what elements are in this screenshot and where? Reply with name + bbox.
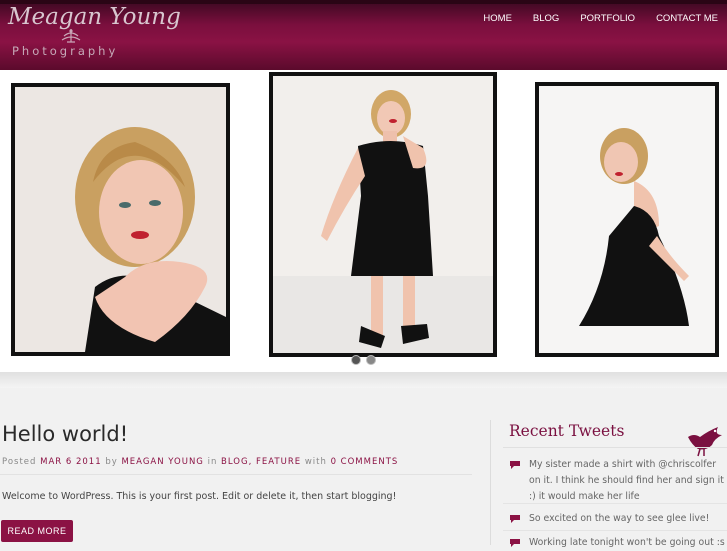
tweet-text: Working late tonight won't be going out … (529, 537, 725, 548)
nav-blog[interactable]: BLOG (533, 13, 559, 24)
meta-category-blog-text: BLOG (221, 457, 249, 467)
tweet-item: So excited on the way to see glee live! (509, 511, 725, 527)
meta-comments[interactable]: 0 COMMENTS (331, 457, 399, 467)
tweet-divider (503, 503, 727, 504)
photo-slider (0, 70, 727, 372)
tweet-text: So excited on the way to see glee live! (529, 513, 710, 524)
woman-portrait-image (15, 87, 226, 352)
gallery-photo[interactable] (535, 82, 719, 357)
woman-standing-image (273, 76, 493, 353)
post-body: Welcome to WordPress. This is your first… (2, 491, 397, 502)
main-nav: HOME BLOG PORTFOLIO CONTACT ME (462, 13, 718, 24)
tweet-item: Working late tonight won't be going out … (509, 535, 725, 551)
meta-posted-label: Posted (2, 457, 37, 467)
nav-portfolio[interactable]: PORTFOLIO (580, 13, 635, 24)
slider-dot-1[interactable] (351, 355, 361, 365)
speech-bubble-icon (510, 515, 520, 523)
site-header: Meagan Young Photography HOME BLOG PORTF… (0, 0, 727, 70)
logo-subtitle: Photography (12, 44, 119, 58)
meta-divider (0, 474, 472, 475)
widget-title-divider (503, 447, 727, 448)
tweet-text: My sister made a shirt with @chriscolfer… (529, 459, 724, 502)
logo-title[interactable]: Meagan Young (8, 4, 181, 30)
meta-by-label: by (105, 457, 118, 467)
recent-tweets-title: Recent Tweets (509, 422, 625, 440)
slider-pagination (351, 355, 376, 365)
sidebar-divider (490, 420, 491, 545)
meta-date[interactable]: MAR 6 2011 (40, 457, 102, 467)
bird-icon (688, 427, 722, 457)
gallery-photo[interactable] (11, 83, 230, 356)
meta-with-label: with (304, 457, 327, 467)
nav-home[interactable]: HOME (483, 13, 512, 24)
speech-bubble-icon (510, 461, 520, 469)
woman-sitting-image (539, 86, 715, 353)
content-divider (0, 372, 727, 388)
read-more-button[interactable]: READ MORE (1, 520, 73, 542)
logo-ornament-icon (61, 29, 81, 43)
meta-category-blog[interactable]: BLOG, (221, 457, 252, 467)
gallery-photo[interactable] (269, 72, 497, 357)
slider-dot-2[interactable] (366, 355, 376, 365)
post-title[interactable]: Hello world! (2, 422, 128, 446)
tweet-divider (503, 530, 727, 531)
tweet-item: My sister made a shirt with @chriscolfer… (509, 457, 725, 505)
nav-contact[interactable]: CONTACT ME (656, 13, 718, 24)
meta-author[interactable]: MEAGAN YOUNG (121, 457, 203, 467)
meta-category-feature[interactable]: FEATURE (256, 457, 301, 467)
speech-bubble-icon (510, 539, 520, 547)
post-meta: Posted MAR 6 2011 by MEAGAN YOUNG in BLO… (2, 457, 398, 467)
meta-in-label: in (207, 457, 218, 467)
